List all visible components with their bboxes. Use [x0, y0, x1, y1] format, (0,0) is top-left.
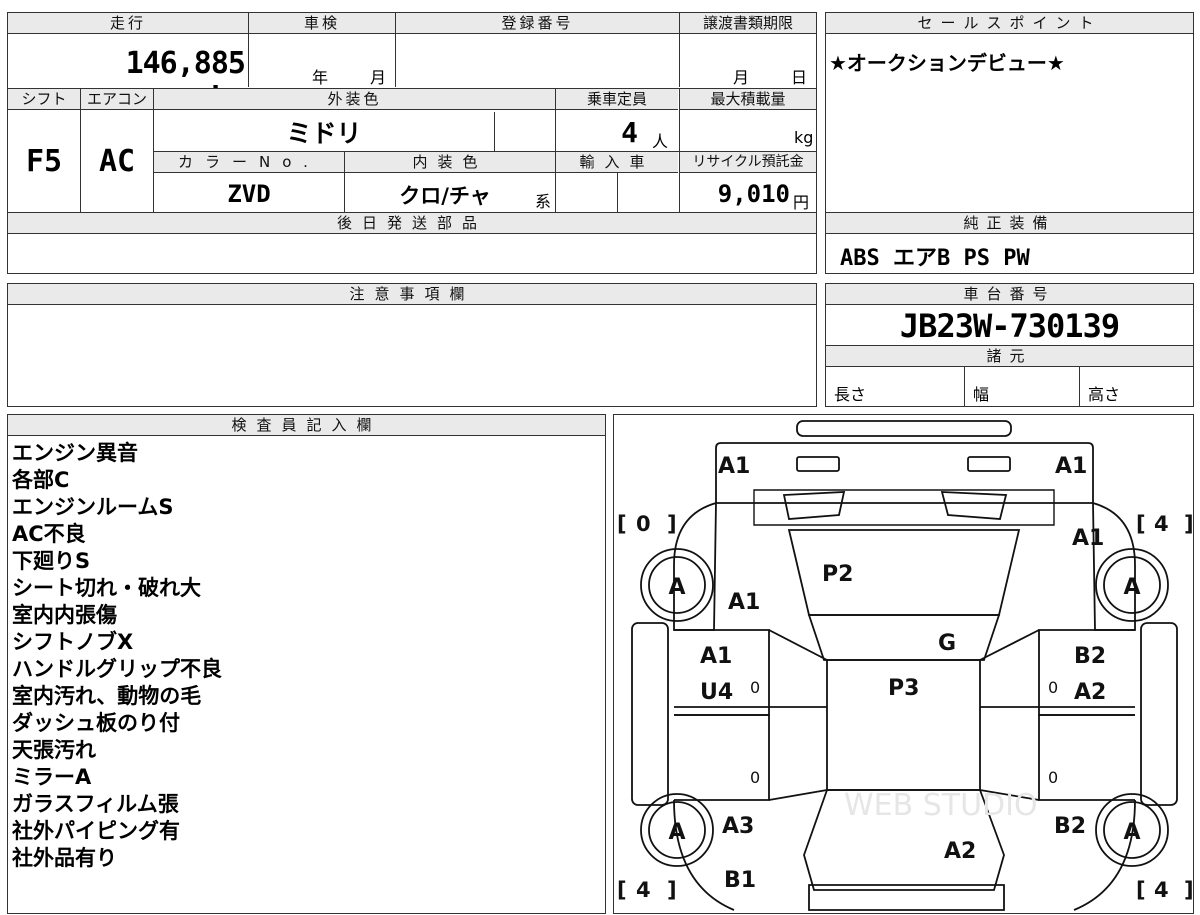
capacity-value: 4: [621, 116, 638, 149]
mark-left-door-2: U4: [700, 680, 733, 705]
watermark: WEB STUDIO: [844, 788, 1038, 823]
inspector-note-line: 社外パイピング有: [12, 819, 180, 843]
door-zero-rr: 0: [1048, 768, 1058, 787]
aircon-value: AC: [98, 144, 136, 179]
inspector-note-line: 社外品有り: [12, 846, 117, 870]
spec-height-label: 高さ: [1088, 385, 1121, 404]
tread-front-left: 0: [636, 512, 651, 536]
mark-left-front-fender: A1: [728, 590, 760, 615]
tire-rear-left: A: [668, 820, 685, 845]
tread-front-right: 4: [1154, 512, 1169, 536]
inspector-note-line: シフトノブX: [12, 630, 134, 654]
color-no-value: ZVD: [227, 180, 271, 208]
specs-header: 諸元: [826, 346, 1193, 367]
inspector-note-line: ガラスフィルム張: [12, 792, 179, 816]
mileage-header: 走行: [8, 13, 248, 34]
inspector-note-line: エンジンルームS: [12, 495, 174, 519]
inspector-note-line: AC不良: [12, 522, 86, 546]
door-zero-lr: 0: [750, 768, 760, 787]
tread-rear-right: 4: [1154, 878, 1169, 902]
inspection-year-unit: 年: [312, 68, 329, 87]
capacity-unit: 人: [652, 132, 669, 151]
inspector-note-line: 室内内張傷: [12, 603, 117, 627]
mark-hood: P2: [822, 562, 853, 587]
spec-width-label: 幅: [973, 385, 990, 404]
spec-length-label: 長さ: [834, 385, 867, 404]
sales-point-value: ★オークションデビュー★: [829, 51, 1065, 75]
mark-glass: G: [938, 631, 956, 656]
mark-right-door-1: B2: [1074, 644, 1106, 669]
shift-value: F5: [25, 144, 63, 179]
svg-text:]: ]: [667, 512, 677, 536]
mark-rear-left-bottom: B1: [724, 868, 756, 893]
inspector-notes-list: エンジン異音 各部C エンジンルームS AC不良下廻りS シート切れ・破れ大 室内内張傷シ…: [12, 440, 602, 872]
inspector-note-line: 室内汚れ、動物の毛: [12, 684, 202, 708]
interior-color-value: クロ/チャ: [399, 184, 491, 208]
sales-point-header: セールスポイント: [826, 13, 1193, 34]
tire-front-right: A: [1123, 575, 1140, 600]
interior-color-suffix: 系: [535, 192, 552, 211]
tread-front-left-bracket: [: [617, 512, 627, 536]
mark-roof: P3: [888, 676, 919, 701]
mark-right-door-2: A2: [1074, 680, 1106, 705]
svg-text:]: ]: [1184, 878, 1194, 902]
mark-front-right: A1: [1055, 454, 1087, 479]
door-zero-lf: 0: [750, 678, 760, 697]
svg-text:[: [: [1136, 878, 1146, 902]
tire-front-left: A: [668, 575, 685, 600]
chassis-number-header: 車台番号: [826, 284, 1193, 305]
svg-text:[: [: [617, 878, 627, 902]
inspector-note-line: エンジン異音: [12, 441, 138, 465]
car-diagram: [ ] 0 [ ] 4 [ ] 4 [ ] 4 A A A A 0 0 0 0 …: [617, 420, 1194, 911]
genuine-equipment-header: 純正装備: [826, 213, 1193, 234]
exterior-color-header: 外装色: [154, 89, 555, 110]
mark-right-rear: B2: [1054, 814, 1086, 839]
inspector-note-line: 各部C: [12, 468, 70, 492]
aircon-header: エアコン: [81, 89, 153, 110]
exterior-color-value: ミドリ: [286, 119, 362, 148]
mark-left-rear: A3: [722, 814, 754, 839]
deadline-month-unit: 月: [733, 68, 750, 87]
svg-text:]: ]: [667, 878, 677, 902]
inspector-notes-header: 検査員記入欄: [8, 415, 605, 436]
inspector-note-line: ダッシュ板のり付: [12, 711, 180, 735]
inspector-note-line: ミラーA: [12, 765, 92, 789]
mark-left-door-1: A1: [700, 644, 732, 669]
interior-color-header: 内装色: [345, 152, 555, 173]
capacity-header: 乗車定員: [556, 89, 678, 110]
caution-header: 注意事項欄: [8, 284, 816, 305]
transfer-deadline-header: 譲渡書類期限: [680, 13, 816, 34]
inspection-month-unit: 月: [370, 68, 387, 87]
mark-front-left: A1: [718, 454, 750, 479]
later-parts-header: 後日発送部品: [8, 213, 816, 234]
inspector-note-line: 天張汚れ: [12, 738, 96, 762]
color-no-header: カラーNo.: [154, 152, 344, 173]
tire-rear-right: A: [1123, 820, 1140, 845]
shift-header: シフト: [8, 89, 80, 110]
deadline-day-unit: 日: [791, 68, 808, 87]
max-load-unit: kg: [794, 128, 814, 147]
door-zero-rf: 0: [1048, 678, 1058, 697]
inspector-note-line: ハンドルグリップ不良: [12, 657, 222, 681]
inspection-header: 車検: [249, 13, 395, 34]
chassis-number-value: JB23W-730139: [899, 307, 1120, 345]
recycle-fee-header: リサイクル預託金: [680, 152, 816, 173]
inspector-note-line: シート切れ・破れ大: [12, 576, 201, 600]
max-load-header: 最大積載量: [680, 89, 816, 110]
recycle-fee-unit: 円: [793, 193, 810, 212]
recycle-fee-value: 9,010: [717, 180, 790, 208]
inspector-note-line: 下廻りS: [12, 549, 91, 573]
tread-rear-left: 4: [636, 878, 651, 902]
genuine-equipment-value: ABS エアB PS PW: [840, 246, 1030, 271]
mark-rear: A2: [944, 839, 976, 864]
import-car-header: 輸入車: [556, 152, 678, 173]
registration-header: 登録番号: [396, 13, 679, 34]
car-diagram-box: [ ] 0 [ ] 4 [ ] 4 [ ] 4 A A A A 0 0 0 0 …: [613, 414, 1194, 914]
svg-text:]: ]: [1184, 512, 1194, 536]
svg-text:[: [: [1136, 512, 1146, 536]
mark-right-front-fender: A1: [1072, 526, 1104, 551]
